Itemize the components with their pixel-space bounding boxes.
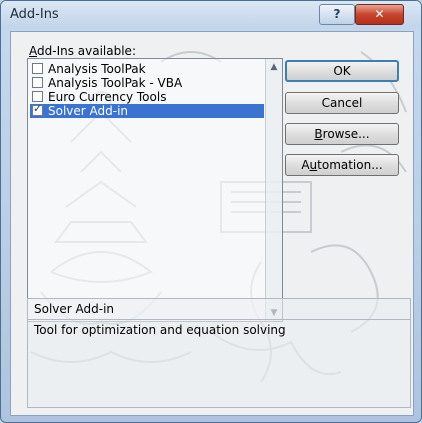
addins-available-label: Add-Ins available: [29,44,136,58]
description-divider [28,319,410,320]
addins-label-rest: dd-Ins available: [37,44,136,58]
automation-accel: u [309,158,318,172]
help-icon: ? [333,7,341,21]
list-item-analysis-toolpak-vba[interactable]: Analysis ToolPak - VBA [30,76,264,90]
list-item-label: Analysis ToolPak - VBA [48,76,183,90]
add-ins-dialog: Add-Ins ? ✕ Add-Ins available: Analysis … [0,0,422,423]
browse-rest: rowse... [322,127,370,141]
list-item-label: Solver Add-in [48,104,129,118]
cancel-button[interactable]: Cancel [285,92,399,114]
checkmark-icon: ✓ [33,102,43,115]
browse-accel: B [314,127,323,141]
checkbox-analysis-toolpak[interactable] [32,63,43,74]
description-panel: Solver Add-in Tool for optimization and … [27,298,411,408]
close-button[interactable]: ✕ [355,4,404,25]
list-scrollbar[interactable]: ▲ ▼ [265,59,282,321]
list-item-label: Analysis ToolPak [48,62,146,76]
checkbox-solver-add-in[interactable]: ✓ [32,102,43,116]
list-item-analysis-toolpak[interactable]: Analysis ToolPak [30,62,264,76]
addins-list[interactable]: Analysis ToolPak Analysis ToolPak - VBA … [27,58,283,322]
automation-button[interactable]: Automation... [285,154,399,176]
close-icon: ✕ [374,7,385,21]
scroll-up-icon[interactable]: ▲ [266,59,282,75]
dialog-client-area: Add-Ins available: Analysis ToolPak Anal… [10,31,414,416]
automation-rest: tomation... [317,158,383,172]
help-button[interactable]: ? [319,4,355,25]
list-item-solver-add-in[interactable]: ✓ Solver Add-in [30,102,264,118]
ok-button[interactable]: OK [285,60,399,82]
addins-label-accel: A [29,44,37,58]
title-bar[interactable]: Add-Ins ? ✕ [1,1,421,29]
list-item-euro-currency-tools[interactable]: Euro Currency Tools [30,90,264,104]
list-item-label: Euro Currency Tools [48,90,167,104]
automation-prefix: A [301,158,310,172]
description-title: Solver Add-in [34,302,115,316]
checkbox-euro-currency-tools[interactable] [32,91,43,102]
checkbox-analysis-toolpak-vba[interactable] [32,77,43,88]
description-text: Tool for optimization and equation solvi… [34,323,286,337]
window-title: Add-Ins [10,7,59,22]
browse-button[interactable]: Browse... [285,123,399,145]
